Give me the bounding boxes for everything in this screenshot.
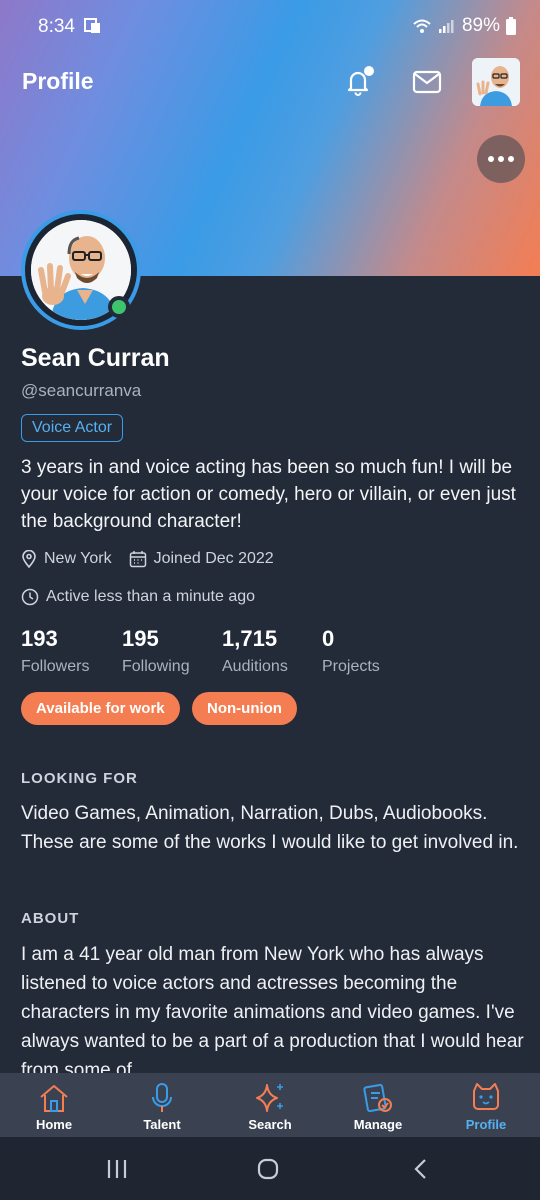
- more-dot: [488, 156, 494, 162]
- battery-icon: [506, 17, 516, 35]
- profile-meta: New York Joined Dec 2022: [21, 550, 274, 568]
- signal-icon: [438, 20, 454, 33]
- online-status-dot: [108, 296, 130, 318]
- profile-handle: @seancurranva: [21, 381, 142, 400]
- section-text-looking-for: Video Games, Animation, Narration, Dubs,…: [21, 803, 519, 853]
- stat-value: 0: [322, 626, 335, 651]
- tag-available-for-work: Available for work: [21, 692, 180, 725]
- stat-projects[interactable]: 0 Projects: [322, 626, 380, 676]
- joined-text: Joined Dec 2022: [153, 550, 274, 567]
- recent-apps-icon[interactable]: [106, 1158, 128, 1180]
- user-avatar-image: [472, 58, 520, 106]
- tag-union-status: Non-union: [192, 692, 297, 725]
- nav-label: Search: [248, 1117, 292, 1132]
- home-icon: [40, 1085, 68, 1112]
- calendar-icon: [129, 551, 146, 568]
- stat-label: Following: [122, 658, 190, 675]
- stat-label: Projects: [322, 658, 380, 675]
- stat-value: 193: [21, 626, 58, 651]
- stat-following[interactable]: 195 Following: [122, 626, 190, 676]
- back-icon[interactable]: [410, 1158, 432, 1180]
- status-right: 89%: [412, 15, 516, 37]
- stat-followers[interactable]: 193 Followers: [21, 626, 89, 676]
- notification-dot: [364, 66, 374, 76]
- nav-label: Manage: [353, 1117, 403, 1132]
- clipboard-check-icon: [363, 1083, 392, 1113]
- status-bar: 8:34 89%: [0, 0, 540, 52]
- stat-auditions[interactable]: 1,715 Auditions: [222, 626, 288, 676]
- stat-label: Followers: [21, 658, 90, 675]
- wifi-icon: [413, 19, 431, 33]
- nav-talent[interactable]: Talent: [108, 1073, 216, 1137]
- nav-manage[interactable]: Manage: [324, 1073, 432, 1137]
- profile-bio: 3 years in and voice acting has been so …: [21, 457, 516, 532]
- more-dot: [498, 156, 504, 162]
- stat-value: 195: [122, 626, 159, 651]
- page-title: Profile: [22, 68, 94, 94]
- activity-row: Active less than a minute ago: [21, 588, 255, 606]
- stat-label: Auditions: [222, 658, 288, 675]
- status-time: 8:34: [38, 16, 75, 37]
- section-title-looking-for: LOOKING FOR: [21, 770, 138, 787]
- screen-mirror-icon: [84, 18, 100, 33]
- nav-label: Home: [35, 1117, 73, 1132]
- more-dot: [508, 156, 514, 162]
- location-text: New York: [44, 550, 112, 567]
- messages-button[interactable]: [407, 62, 447, 102]
- nav-label: Talent: [143, 1117, 181, 1132]
- nav-home[interactable]: Home: [0, 1073, 108, 1137]
- system-navigation-bar: [0, 1137, 540, 1200]
- role-badge[interactable]: Voice Actor: [21, 414, 124, 442]
- battery-percent: 89%: [461, 15, 500, 36]
- more-options-button[interactable]: [477, 135, 525, 183]
- section-title-about: ABOUT: [21, 910, 80, 927]
- sparkle-search-icon: [256, 1084, 283, 1112]
- header-avatar[interactable]: [472, 58, 520, 106]
- clock-icon: [21, 588, 39, 606]
- cat-profile-icon: [473, 1083, 499, 1110]
- nav-label: Profile: [465, 1117, 507, 1132]
- section-text-about: I am a 41 year old man from New York who…: [21, 944, 524, 1081]
- nav-search[interactable]: Search: [216, 1073, 324, 1137]
- profile-name: Sean Curran: [21, 344, 170, 372]
- location-pin-icon: [22, 550, 36, 568]
- notifications-button[interactable]: [338, 62, 378, 102]
- stat-value: 1,715: [222, 626, 278, 651]
- nav-profile[interactable]: Profile: [432, 1073, 540, 1137]
- mail-icon: [412, 70, 442, 94]
- home-circle-icon[interactable]: [257, 1158, 279, 1180]
- activity-text: Active less than a minute ago: [46, 588, 256, 605]
- bottom-navigation: Home Talent Search Manage Profile: [0, 1073, 540, 1137]
- microphone-icon: [152, 1083, 172, 1112]
